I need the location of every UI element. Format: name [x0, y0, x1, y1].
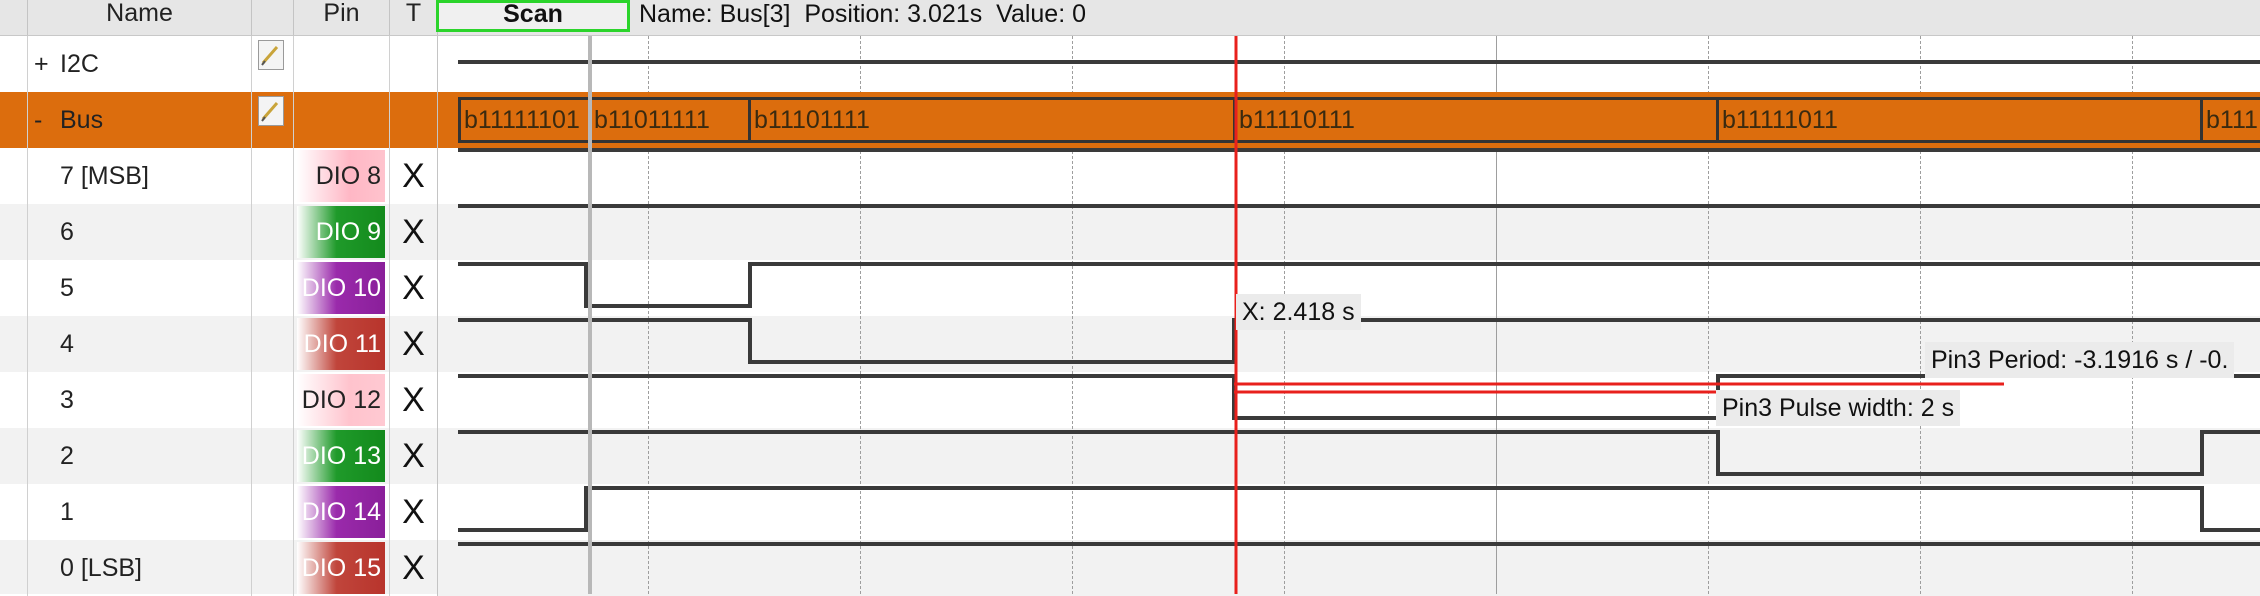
waveform-bit-2: [458, 430, 2260, 476]
trigger-column-header[interactable]: T: [390, 0, 438, 35]
channel-row-bit-1[interactable]: 1 DIO 14 X: [0, 484, 438, 540]
trigger-x-glyph[interactable]: X: [390, 260, 438, 316]
pin-badge[interactable]: DIO 8: [297, 150, 385, 202]
pin-badge[interactable]: DIO 13: [297, 430, 385, 482]
channel-label[interactable]: 2: [60, 428, 74, 484]
scan-button[interactable]: Scan: [436, 0, 630, 32]
row-gutter: [0, 260, 28, 316]
trigger-cell: [390, 92, 438, 148]
waveform-bit-1: [458, 486, 2260, 532]
pin-cell: DIO 14: [294, 484, 390, 540]
name-column-header[interactable]: Name: [28, 0, 252, 35]
edit-icon[interactable]: [258, 96, 284, 126]
trigger-x-glyph[interactable]: X: [390, 372, 438, 428]
row-gutter: [0, 316, 28, 372]
pin-cell: DIO 8: [294, 148, 390, 204]
status-readout: Name: Bus[3] Position: 3.021s Value: 0: [639, 0, 1087, 28]
channel-label[interactable]: I2C: [60, 36, 99, 92]
pin-badge[interactable]: DIO 12: [297, 374, 385, 426]
pin-badge[interactable]: DIO 14: [297, 486, 385, 538]
channel-row-bit-2[interactable]: 2 DIO 13 X: [0, 428, 438, 484]
edit-cell: [252, 540, 294, 596]
row-gutter: [0, 204, 28, 260]
cursor-time-label: X: 2.418 s: [1236, 294, 1361, 330]
trigger-x-glyph[interactable]: X: [390, 316, 438, 372]
edit-cell: [252, 316, 294, 372]
edit-cell: [252, 484, 294, 540]
channel-label[interactable]: Bus: [60, 92, 103, 148]
pulse-width-label: Pin3 Pulse width: 2 s: [1716, 390, 1961, 426]
edit-cell: [252, 428, 294, 484]
channel-row-bit-0[interactable]: 0 [LSB] DIO 15 X: [0, 540, 438, 596]
expand-toggle[interactable]: +: [34, 36, 49, 92]
pin-badge[interactable]: DIO 9: [297, 206, 385, 258]
pin-cell: DIO 12: [294, 372, 390, 428]
edit-cell: [252, 260, 294, 316]
pin-badge[interactable]: DIO 15: [297, 542, 385, 594]
channel-row-bit-3[interactable]: 3 DIO 12 X: [0, 372, 438, 428]
row-gutter: [0, 540, 28, 596]
row-gutter: [0, 92, 28, 148]
edit-cell: [252, 148, 294, 204]
header-gutter: [0, 0, 28, 35]
waveform-bit-3: [458, 374, 2260, 420]
edit-cell: [252, 372, 294, 428]
edit-cell: [252, 204, 294, 260]
edit-column-header: [252, 0, 294, 35]
pin-cell: [294, 36, 390, 92]
channel-label[interactable]: 6: [60, 204, 74, 260]
edit-icon[interactable]: [258, 40, 284, 70]
column-header-bar: Name Pin T: [0, 0, 2260, 36]
channel-row-bit-7[interactable]: 7 [MSB] DIO 8 X: [0, 148, 438, 204]
trigger-x-glyph[interactable]: X: [390, 540, 438, 596]
channel-label[interactable]: 1: [60, 484, 74, 540]
period-label: Pin3 Period: -3.1916 s / -0.: [1925, 342, 2235, 378]
channel-row-bit-5[interactable]: 5 DIO 10 X: [0, 260, 438, 316]
trigger-x-glyph[interactable]: X: [390, 484, 438, 540]
channel-label[interactable]: 7 [MSB]: [60, 148, 149, 204]
channel-label[interactable]: 3: [60, 372, 74, 428]
pin-cell: DIO 15: [294, 540, 390, 596]
channel-label[interactable]: 4: [60, 316, 74, 372]
trigger-x-glyph[interactable]: X: [390, 428, 438, 484]
channel-row-bit-4[interactable]: 4 DIO 11 X: [0, 316, 438, 372]
pin-badge[interactable]: DIO 10: [297, 262, 385, 314]
pin-cell: DIO 10: [294, 260, 390, 316]
pin-cell: DIO 11: [294, 316, 390, 372]
trigger-cell: [390, 36, 438, 92]
collapse-toggle[interactable]: -: [34, 92, 42, 148]
row-gutter: [0, 148, 28, 204]
row-gutter: [0, 484, 28, 540]
channel-row-bus[interactable]: - Bus: [0, 92, 438, 148]
pin-cell: DIO 9: [294, 204, 390, 260]
channel-label[interactable]: 0 [LSB]: [60, 540, 142, 596]
pin-cell: DIO 13: [294, 428, 390, 484]
channel-label[interactable]: 5: [60, 260, 74, 316]
trigger-x-glyph[interactable]: X: [390, 204, 438, 260]
pin-column-header[interactable]: Pin: [294, 0, 390, 35]
trigger-x-glyph[interactable]: X: [390, 148, 438, 204]
row-gutter: [0, 428, 28, 484]
channel-row-i2c[interactable]: + I2C: [0, 36, 438, 92]
channel-row-bit-6[interactable]: 6 DIO 9 X: [0, 204, 438, 260]
row-gutter: [0, 36, 28, 92]
pin-badge[interactable]: DIO 11: [297, 318, 385, 370]
row-gutter: [0, 372, 28, 428]
pin-cell: [294, 92, 390, 148]
